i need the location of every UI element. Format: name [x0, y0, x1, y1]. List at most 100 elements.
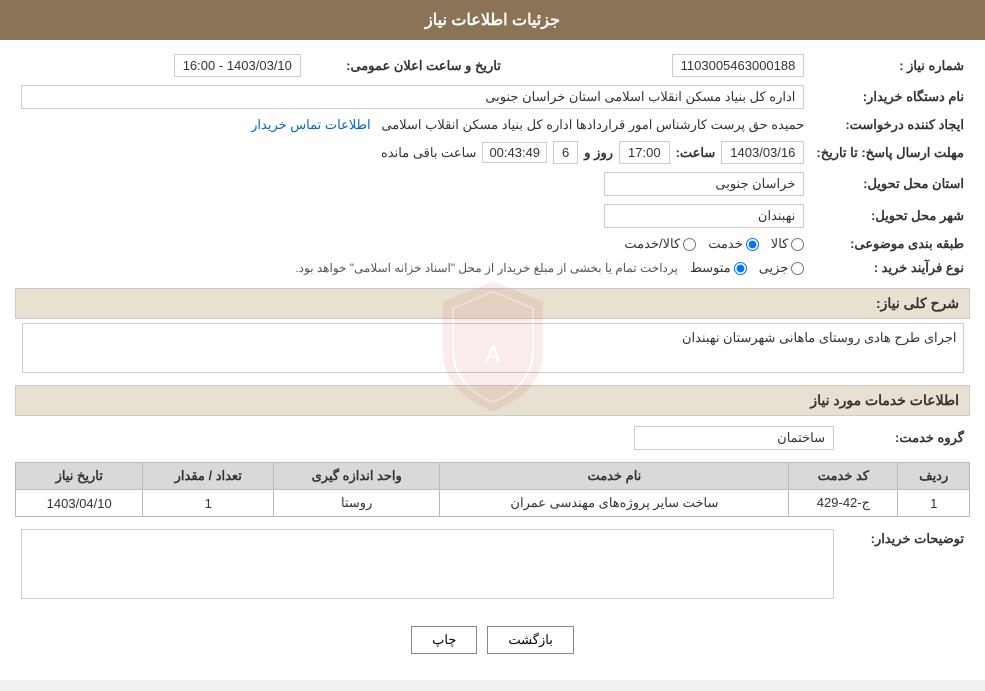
sharh-value-cell: A اجرای طرح هادی روستای ماهانی شهرستان ن… — [16, 319, 970, 378]
mohlat-saat-label: ساعت: — [676, 145, 716, 161]
shield-watermark: A — [433, 277, 553, 420]
radio-khedmat-label: خدمت — [708, 236, 743, 252]
row-grooh: گروه خدمت: ساختمان — [15, 422, 970, 454]
tozihat-value-cell — [15, 525, 840, 606]
cell-name: ساخت سایر پروژه‌های مهندسی عمران — [440, 490, 789, 517]
nooe-description: پرداخت تمام یا بخشی از مبلغ خریدار از مح… — [295, 261, 678, 275]
ijad-value-cell: حمیده حق پرست کارشناس امور قراردادها ادا… — [15, 113, 810, 137]
th-tarikh: تاریخ نیاز — [16, 463, 143, 490]
shomara-label: شماره نیاز : — [810, 50, 970, 81]
radio-kala-label: کالا — [771, 236, 789, 252]
nooe-label: نوع فرآیند خرید : — [810, 256, 970, 280]
dastgah-label: نام دستگاه خریدار: — [810, 81, 970, 113]
grooh-table: گروه خدمت: ساختمان — [15, 422, 970, 454]
mohlat-rooz: 6 — [553, 141, 578, 164]
dastgah-value-cell: اداره کل بنیاد مسکن انقلاب اسلامی استان … — [15, 81, 810, 113]
cell-kod: ج-42-429 — [789, 490, 898, 517]
cell-vahed: روستا — [274, 490, 440, 517]
row-tozihat: توضیحات خریدار: — [15, 525, 970, 606]
row-mohlat: مهلت ارسال پاسخ: تا تاریخ: 1403/03/16 سا… — [15, 137, 970, 168]
ijad-value: حمیده حق پرست کارشناس امور قراردادها ادا… — [381, 117, 804, 132]
radio-kala-input[interactable] — [791, 238, 804, 251]
th-tedad: تعداد / مقدار — [143, 463, 274, 490]
row-ijad: ایجاد کننده درخواست: حمیده حق پرست کارشن… — [15, 113, 970, 137]
nooe-radio-group: جزیی متوسط پرداخت تمام یا بخشی از مبلغ خ… — [21, 260, 804, 276]
mohlat-label: مهلت ارسال پاسخ: تا تاریخ: — [810, 137, 970, 168]
shomara-value: 1103005463000188 — [672, 54, 805, 77]
ostan-value: خراسان جنوبی — [604, 172, 804, 196]
tarikh-label: تاریخ و ساعت اعلان عمومی: — [307, 50, 507, 81]
radio-mottavasset-input[interactable] — [734, 262, 747, 275]
cell-radif: 1 — [898, 490, 970, 517]
tarikh-value: 1403/03/10 - 16:00 — [174, 54, 301, 77]
content-area: شماره نیاز : 1103005463000188 تاریخ و سا… — [0, 40, 985, 680]
mohlat-value-cell: 1403/03/16 ساعت: 17:00 روز و 6 00:43:49 … — [15, 137, 810, 168]
countdown-value: 00:43:49 — [482, 142, 547, 163]
header-title: جزئیات اطلاعات نیاز — [425, 12, 560, 29]
ostan-label: استان محل تحویل: — [810, 168, 970, 200]
tozihat-textarea[interactable] — [21, 529, 834, 599]
shahr-value-cell: نهبندان — [15, 200, 810, 232]
th-name: نام خدمت — [440, 463, 789, 490]
radio-mottavasset-label: متوسط — [690, 260, 731, 276]
th-radif: ردیف — [898, 463, 970, 490]
radio-mottavasset[interactable]: متوسط — [690, 260, 747, 276]
sharh-table: شرح کلی نیاز: A — [15, 288, 970, 377]
row-shomara: شماره نیاز : 1103005463000188 تاریخ و سا… — [15, 50, 970, 81]
sharh-container: A اجرای طرح هادی روستای ماهانی شهرستان ن… — [22, 323, 964, 373]
mohlat-date: 1403/03/16 — [721, 141, 804, 164]
shahr-label: شهر محل تحویل: — [810, 200, 970, 232]
radio-jozi-input[interactable] — [791, 262, 804, 275]
cell-tedad: 1 — [143, 490, 274, 517]
tozihat-table: توضیحات خریدار: — [15, 525, 970, 606]
tarikh-value-cell: 1403/03/10 - 16:00 — [15, 50, 307, 81]
row-dastgah: نام دستگاه خریدار: اداره کل بنیاد مسکن ا… — [15, 81, 970, 113]
khadamat-header-text: اطلاعات خدمات مورد نیاز — [810, 392, 959, 408]
row-sharh-value: A اجرای طرح هادی روستای ماهانی شهرستان ن… — [16, 319, 970, 378]
radio-jozi-label: جزیی — [759, 260, 789, 276]
table-header-row: ردیف کد خدمت نام خدمت واحد اندازه گیری ت… — [16, 463, 970, 490]
row-tabaghe: طبقه بندی موضوعی: کالا خدمت — [15, 232, 970, 256]
tabaghe-value-cell: کالا خدمت کالا/خدمت — [15, 232, 810, 256]
row-shahr: شهر محل تحویل: نهبندان — [15, 200, 970, 232]
nooe-value-cell: جزیی متوسط پرداخت تمام یا بخشی از مبلغ خ… — [15, 256, 810, 280]
button-area: بازگشت چاپ — [15, 614, 970, 670]
main-info-table: شماره نیاز : 1103005463000188 تاریخ و سا… — [15, 50, 970, 280]
grooh-value: ساختمان — [634, 426, 834, 450]
print-button[interactable]: چاپ — [411, 626, 477, 654]
page-wrapper: جزئیات اطلاعات نیاز شماره نیاز : 1103005… — [0, 0, 985, 680]
table-row: 1ج-42-429ساخت سایر پروژه‌های مهندسی عمرا… — [16, 490, 970, 517]
tabaghe-radio-group: کالا خدمت کالا/خدمت — [21, 236, 804, 252]
mohlat-row: 1403/03/16 ساعت: 17:00 روز و 6 00:43:49 … — [21, 141, 804, 164]
radio-kala-khedmat-input[interactable] — [683, 238, 696, 251]
ijad-label: ایجاد کننده درخواست: — [810, 113, 970, 137]
ostan-value-cell: خراسان جنوبی — [15, 168, 810, 200]
shahr-value: نهبندان — [604, 204, 804, 228]
sharh-label: شرح کلی نیاز: — [876, 295, 959, 311]
radio-kala[interactable]: کالا — [771, 236, 805, 252]
page-header: جزئیات اطلاعات نیاز — [0, 0, 985, 40]
radio-kala-khedmat-label: کالا/خدمت — [624, 236, 680, 252]
th-vahed: واحد اندازه گیری — [274, 463, 440, 490]
grooh-label: گروه خدمت: — [840, 422, 970, 454]
th-kod: کد خدمت — [789, 463, 898, 490]
shomara-value-cell: 1103005463000188 — [507, 50, 810, 81]
row-ostan: استان محل تحویل: خراسان جنوبی — [15, 168, 970, 200]
mohlat-rooz-label: روز و — [584, 145, 613, 161]
radio-khedmat-input[interactable] — [746, 238, 759, 251]
tabaghe-label: طبقه بندی موضوعی: — [810, 232, 970, 256]
services-table: ردیف کد خدمت نام خدمت واحد اندازه گیری ت… — [15, 462, 970, 517]
countdown-label: ساعت باقی مانده — [381, 145, 476, 161]
back-button[interactable]: بازگشت — [487, 626, 573, 654]
radio-kala-khedmat[interactable]: کالا/خدمت — [624, 236, 696, 252]
dastgah-value: اداره کل بنیاد مسکن انقلاب اسلامی استان … — [21, 85, 804, 109]
mohlat-saat: 17:00 — [619, 141, 670, 164]
grooh-value-cell: ساختمان — [15, 422, 840, 454]
radio-khedmat[interactable]: خدمت — [708, 236, 759, 252]
svg-text:A: A — [485, 342, 501, 367]
tozihat-label: توضیحات خریدار: — [840, 525, 970, 606]
etelaaat-link[interactable]: اطلاعات تماس خریدار — [251, 117, 370, 132]
radio-jozi[interactable]: جزیی — [759, 260, 805, 276]
sharh-value: اجرای طرح هادی روستای ماهانی شهرستان نهب… — [682, 330, 957, 345]
cell-tarikh: 1403/04/10 — [16, 490, 143, 517]
